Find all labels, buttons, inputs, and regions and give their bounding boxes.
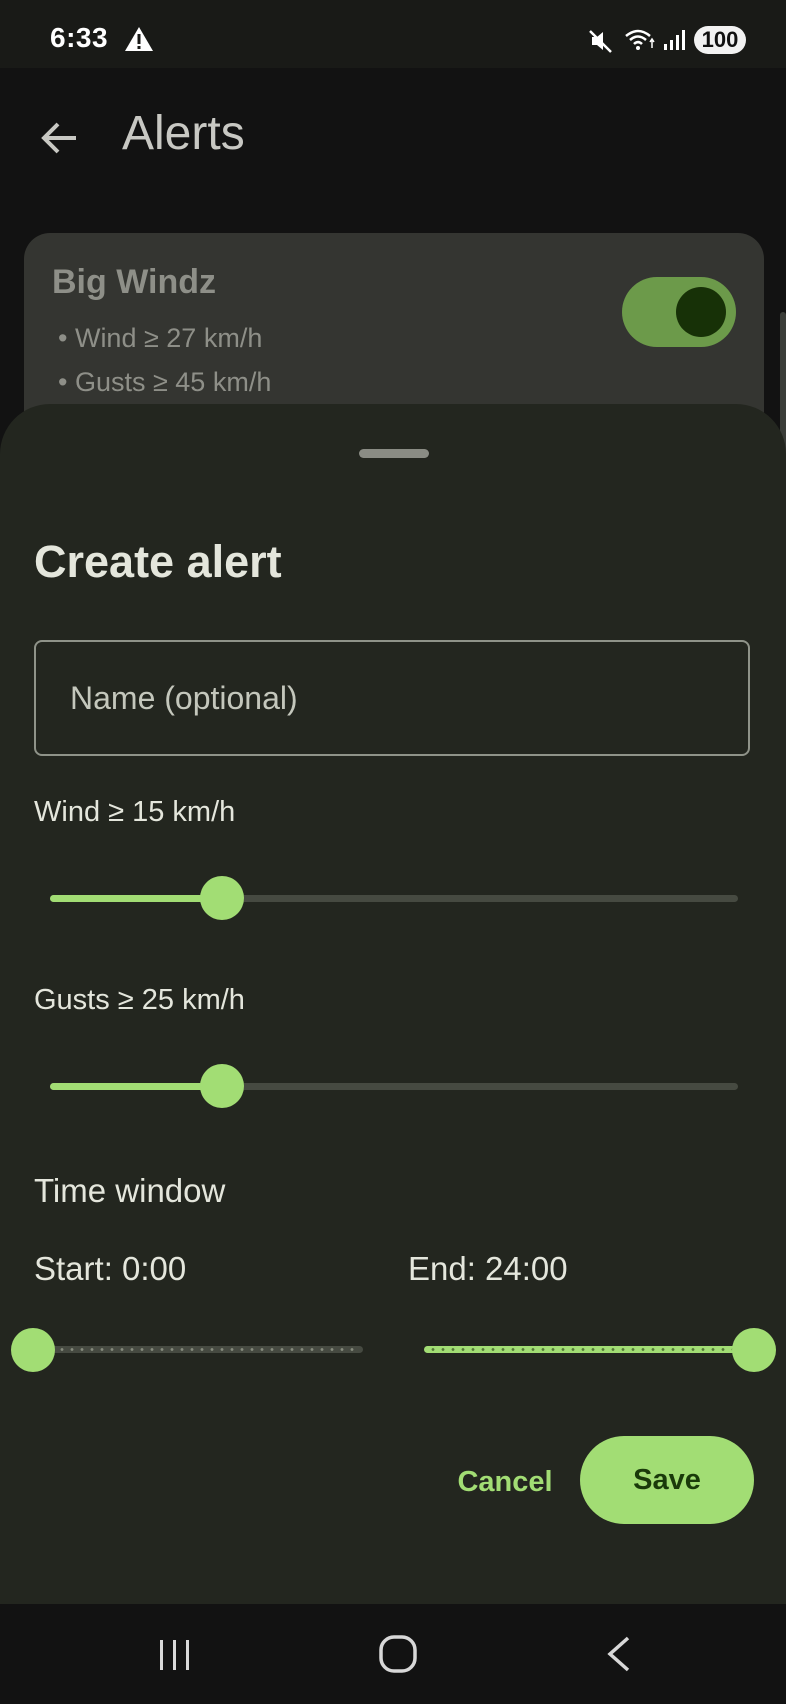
arrow-left-icon[interactable] — [38, 116, 82, 160]
toggle-knob — [676, 287, 726, 337]
slider-fill — [50, 895, 222, 902]
alert-name-input[interactable] — [34, 640, 750, 756]
slider-thumb[interactable] — [200, 876, 244, 920]
gust-threshold-slider[interactable] — [50, 1064, 738, 1108]
wind-threshold-slider[interactable] — [50, 876, 738, 920]
create-alert-sheet: Create alert Wind ≥ 15 km/h Gusts ≥ 25 k… — [0, 404, 786, 1604]
sheet-title: Create alert — [34, 536, 282, 587]
system-nav-bar — [0, 1604, 786, 1704]
slider-thumb[interactable] — [200, 1064, 244, 1108]
slider-thumb[interactable] — [11, 1328, 55, 1372]
start-time-slider[interactable] — [11, 1328, 363, 1372]
cancel-button[interactable]: Cancel — [440, 1440, 570, 1524]
slider-fill — [50, 1083, 222, 1090]
slider-step-marks — [37, 1348, 359, 1351]
alert-enabled-toggle[interactable] — [622, 277, 736, 347]
status-time: 6:33 — [50, 22, 109, 53]
warning-icon — [125, 27, 153, 51]
alert-card-condition: • Gusts ≥ 45 km/h — [58, 367, 272, 397]
slider-step-marks — [428, 1348, 750, 1351]
recents-icon[interactable] — [156, 1638, 194, 1672]
app-bar: Alerts — [0, 68, 786, 208]
time-window-heading: Time window — [34, 1172, 226, 1209]
end-time-slider[interactable] — [424, 1328, 776, 1372]
start-time-label: Start: 0:00 — [34, 1250, 187, 1287]
slider-thumb[interactable] — [732, 1328, 776, 1372]
signal-icon — [664, 30, 685, 50]
home-icon[interactable] — [378, 1634, 418, 1674]
wifi-icon — [625, 29, 655, 50]
back-icon[interactable] — [604, 1634, 634, 1674]
wind-threshold-label: Wind ≥ 15 km/h — [34, 796, 236, 828]
end-time-label: End: 24:00 — [408, 1250, 568, 1287]
alert-card-condition: • Wind ≥ 27 km/h — [58, 323, 263, 353]
mute-icon — [589, 30, 612, 53]
drag-handle[interactable] — [359, 449, 429, 458]
battery-badge: 100 — [694, 26, 746, 54]
gust-threshold-label: Gusts ≥ 25 km/h — [34, 984, 245, 1016]
page-title: Alerts — [122, 107, 245, 160]
alert-card-name: Big Windz — [52, 263, 216, 301]
status-bar: 6:33 100 — [0, 0, 786, 68]
save-button[interactable]: Save — [580, 1436, 754, 1524]
